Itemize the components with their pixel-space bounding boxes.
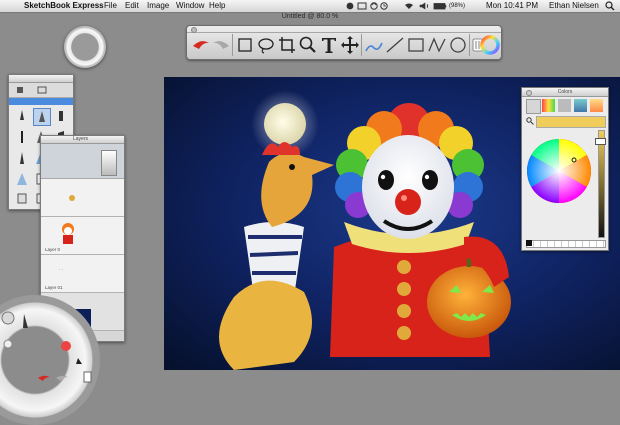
lagoon-menu[interactable] (64, 26, 106, 68)
layer-row[interactable]: · · Layer 01 (41, 255, 124, 293)
color-mode-tabs (526, 99, 604, 114)
volume-icon (419, 2, 429, 10)
lagoon-brush-icon (76, 358, 82, 364)
menu-user[interactable]: Ethan Nielsen (549, 0, 599, 12)
status-icon-1 (346, 2, 354, 10)
ellipse-icon[interactable] (447, 34, 469, 56)
toolbar-divider-3 (469, 34, 470, 56)
color-wheel-tab-icon[interactable] (526, 99, 541, 114)
brightness-handle[interactable] (595, 138, 606, 145)
toolbar-close-button[interactable] (191, 27, 197, 33)
lagoon-red-undo-icon (38, 375, 50, 381)
lagoon-undo-icon (1, 311, 15, 325)
toolbar-titlebar[interactable] (187, 26, 501, 33)
rect-select-icon[interactable] (234, 34, 256, 56)
toolbar-divider-2 (361, 34, 362, 56)
colors-panel: Colors (521, 87, 609, 251)
clock-hands-icon (383, 4, 386, 7)
menu-file[interactable]: File (104, 0, 117, 12)
color-wheel-icon[interactable] (479, 34, 501, 56)
battery-tip-icon (445, 5, 447, 8)
wifi-icon (405, 3, 413, 9)
clown-eye-left (378, 170, 394, 190)
clown-eye-right (422, 170, 438, 190)
document-title: Untitled @ 80.0 % (281, 13, 339, 20)
color-sliders-tab-icon[interactable] (542, 99, 555, 112)
menu-clock[interactable]: Mon 10:41 PM (486, 0, 538, 12)
sync-icon (370, 2, 378, 10)
layers-panel-title: Layers (73, 136, 89, 142)
clown-face (362, 135, 454, 239)
menu-window[interactable]: Window (176, 0, 204, 12)
toolbar-divider (232, 34, 233, 56)
eyedropper-icon[interactable] (526, 117, 534, 125)
layers-titlebar[interactable]: Layers (41, 136, 124, 144)
layers-header (41, 144, 124, 179)
layer-name: Layer 0 (45, 247, 61, 252)
lagoon-tools (1, 311, 92, 383)
lagoon-pencil-icon (23, 314, 28, 328)
lagoon-page-icon (83, 371, 92, 383)
brush-airbrush-icon[interactable] (33, 108, 51, 126)
zoom-icon[interactable] (297, 34, 319, 56)
undo-icon[interactable] (190, 34, 212, 56)
text-icon[interactable] (318, 34, 340, 56)
menu-edit[interactable]: Edit (125, 0, 139, 12)
layer-name: Layer 01 (45, 285, 63, 290)
battery-icon (433, 3, 446, 10)
brush-marker-icon[interactable] (53, 108, 69, 124)
brush-smudge-icon[interactable] (14, 171, 30, 187)
color-image-tab-icon[interactable] (574, 99, 587, 112)
line-icon[interactable] (384, 34, 406, 56)
colors-titlebar[interactable]: Colors (522, 88, 608, 97)
swatch-black[interactable] (526, 240, 532, 246)
colors-panel-title: Colors (557, 89, 573, 95)
chicken-eye (289, 164, 295, 170)
status-icon-2 (357, 2, 367, 10)
layer-opacity-slider[interactable] (101, 150, 117, 176)
brush-settings-icon[interactable] (37, 85, 47, 95)
brightness-slider[interactable] (598, 130, 605, 238)
brushes-titlebar[interactable] (9, 75, 73, 83)
layer-thumbnail (69, 195, 75, 201)
color-wheel[interactable] (526, 138, 592, 204)
menu-image[interactable]: Image (147, 0, 169, 12)
app-menu[interactable]: SketchBook Express (24, 0, 104, 12)
color-palette-tab-icon[interactable] (558, 99, 571, 112)
brush-pen-icon[interactable] (14, 129, 30, 145)
clown-nose (395, 189, 421, 215)
lagoon-reset-icon (3, 339, 13, 349)
rectangle-icon[interactable] (405, 34, 427, 56)
brush-bucket-icon[interactable] (14, 190, 30, 206)
crop-icon[interactable] (276, 34, 298, 56)
menu-help[interactable]: Help (209, 0, 225, 12)
layer-thumbnail (62, 223, 74, 244)
brush-ink-icon[interactable] (14, 150, 30, 166)
color-swatches-tab-icon[interactable] (590, 99, 603, 112)
menu-bar: SketchBook Express File Edit Image Windo… (0, 0, 620, 13)
brush-size-icon[interactable] (15, 85, 25, 95)
layer-row[interactable]: Layer 0 (41, 217, 124, 255)
pencil-icon[interactable] (363, 34, 385, 56)
main-toolbar (186, 25, 502, 60)
redo-icon[interactable] (210, 34, 232, 56)
lagoon-color-icon (61, 341, 71, 351)
lasso-icon[interactable] (255, 34, 277, 56)
lagoon-grey-redo-icon (56, 375, 68, 381)
move-icon[interactable] (339, 34, 361, 56)
current-color-swatch[interactable] (536, 116, 606, 128)
moon (264, 103, 306, 145)
layer-row[interactable] (41, 179, 124, 217)
brush-set-selector[interactable] (9, 98, 73, 105)
swatch-row[interactable] (526, 240, 606, 248)
brush-pencil-icon[interactable] (14, 108, 30, 124)
spotlight-icon[interactable] (605, 1, 615, 11)
brushes-header (9, 83, 73, 98)
polyline-icon[interactable] (426, 34, 448, 56)
layer-thumbnail: · · (59, 267, 64, 272)
colors-close-button[interactable] (526, 90, 532, 96)
battery-percent: (98%) (449, 3, 466, 9)
